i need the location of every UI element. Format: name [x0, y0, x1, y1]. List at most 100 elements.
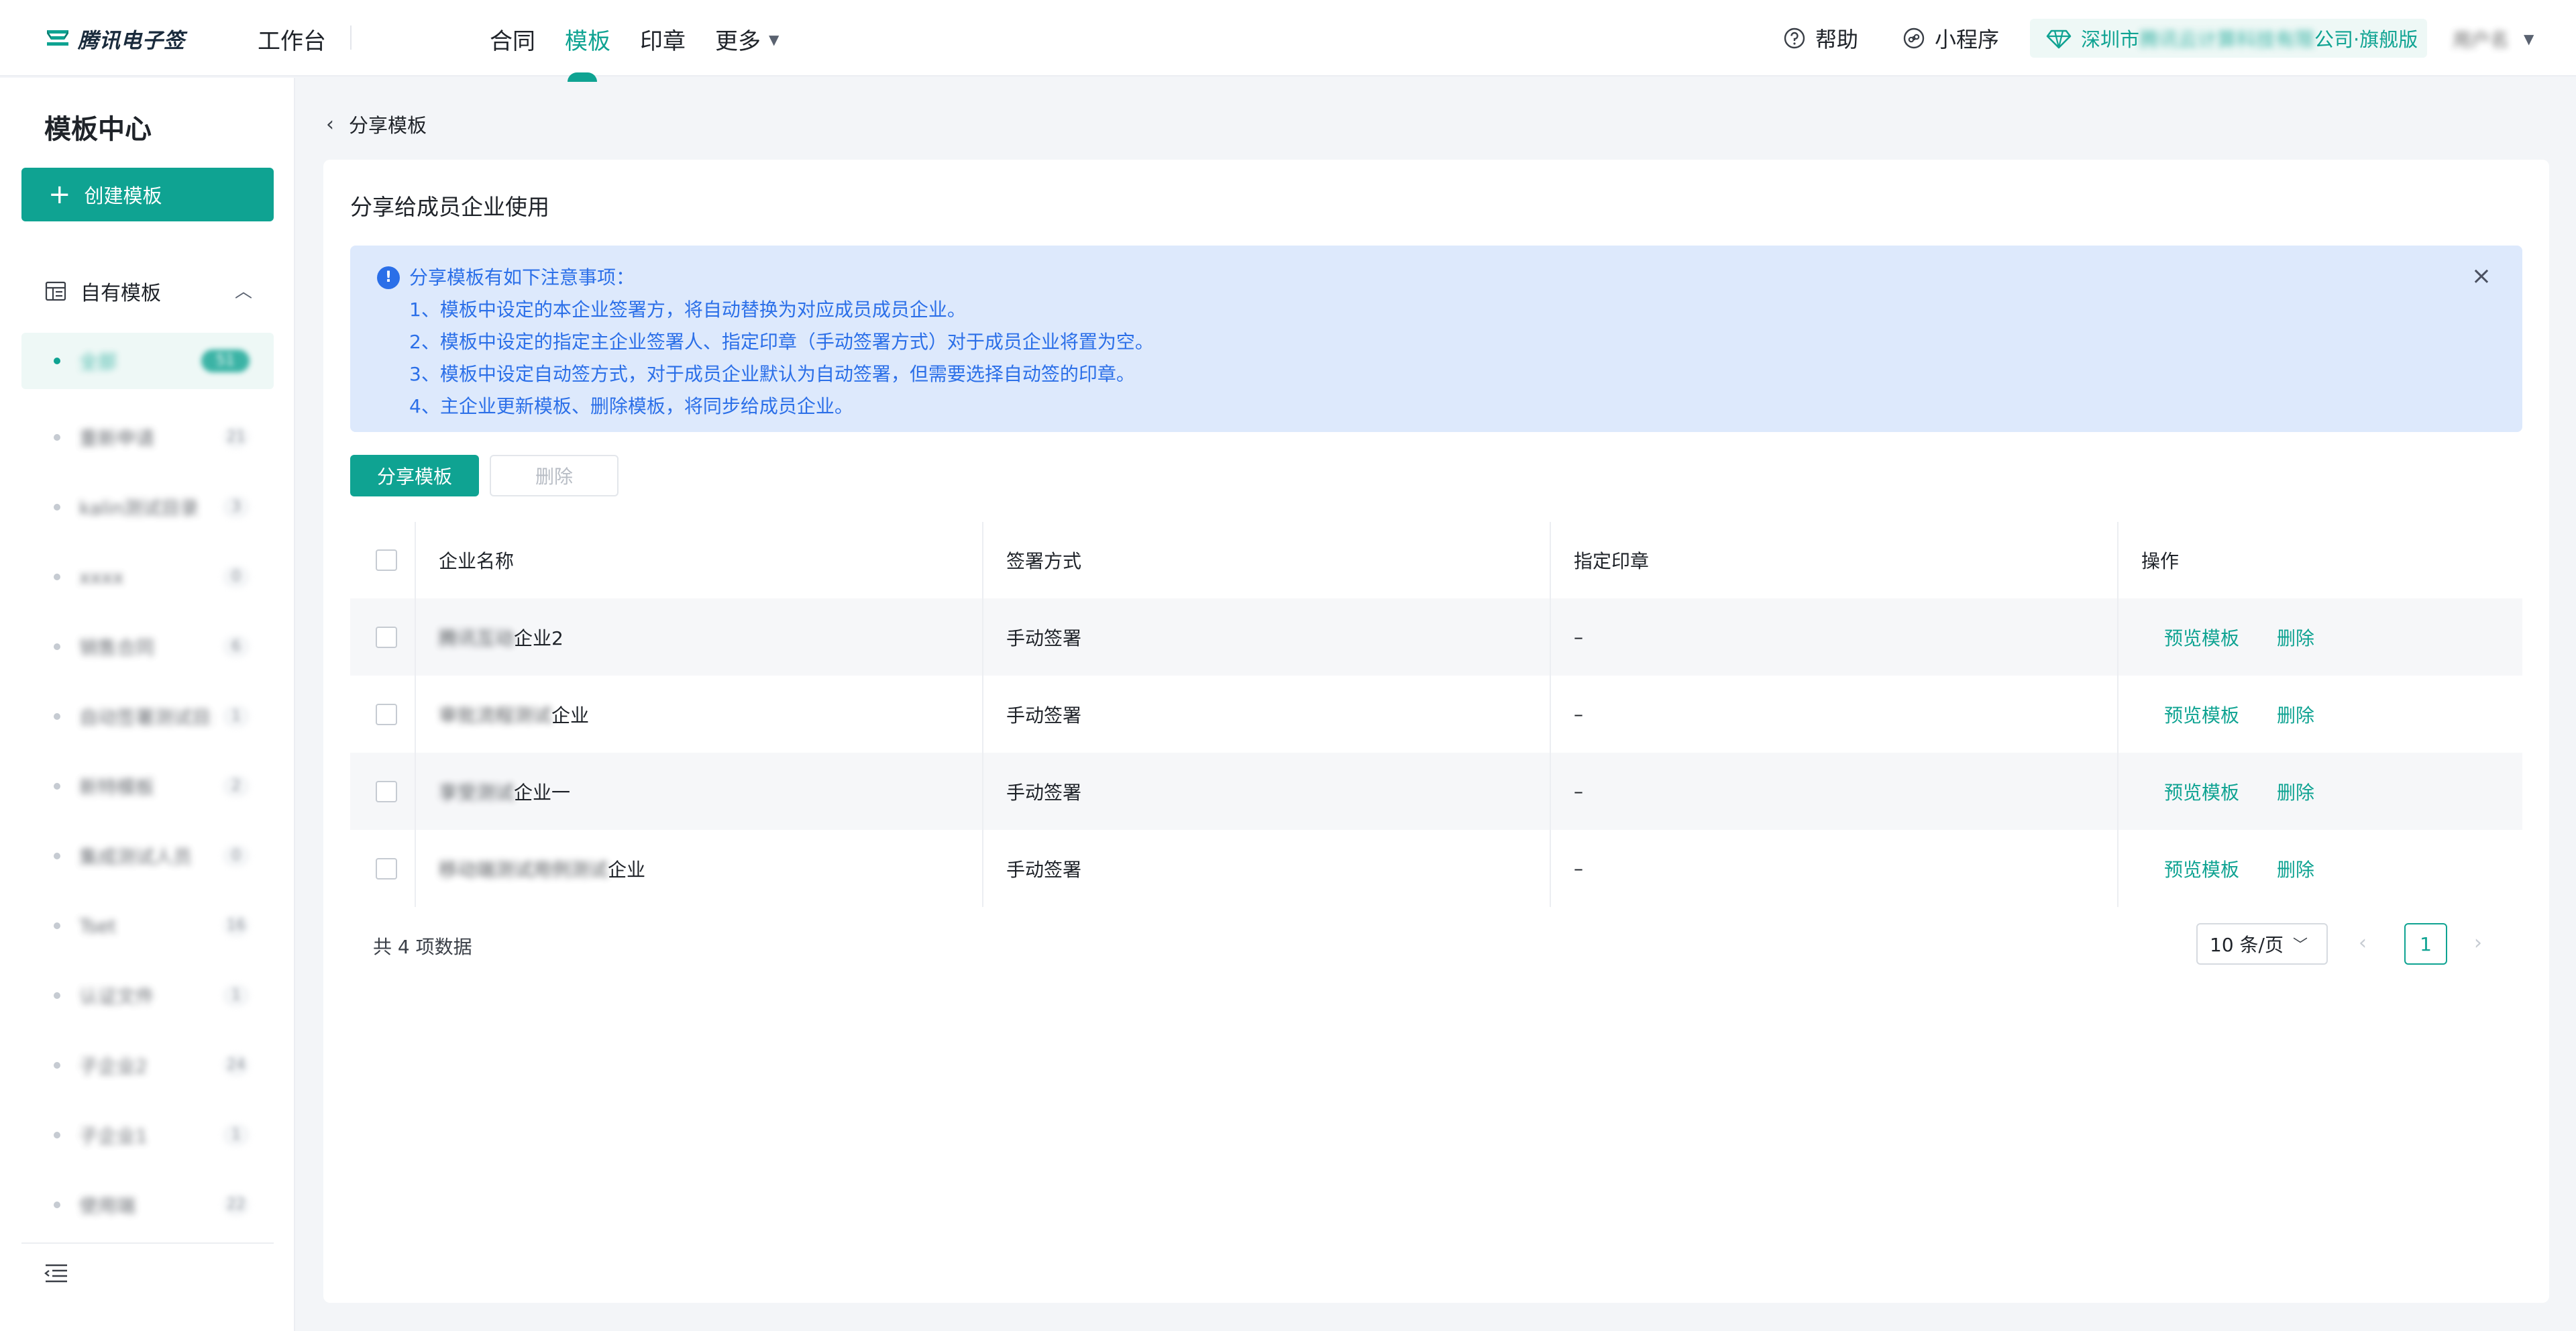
sign-method: 手动签署: [1006, 781, 1082, 804]
miniprogram-label: 小程序: [1935, 27, 2000, 52]
row-actions: 预览模板 删除: [2164, 598, 2352, 676]
delete-link[interactable]: 删除: [2277, 855, 2314, 882]
preview-template-link[interactable]: 预览模板: [2164, 855, 2239, 882]
folder-label: 子企业2: [79, 1055, 148, 1077]
folder-item[interactable]: 集成测试人员 0: [21, 821, 274, 891]
miniprogram-link[interactable]: 小程序: [1902, 23, 1999, 54]
folder-list: 全部 51 重新申请 21 kalin测试目录 3 xxxx 0 销售合同 6 …: [21, 333, 274, 1240]
folder-label: 重新申请: [79, 427, 155, 449]
row-checkbox[interactable]: [376, 703, 397, 725]
info-icon: !: [377, 266, 400, 289]
column-divider: [1550, 598, 1551, 676]
bullet: [54, 1062, 60, 1069]
preview-template-link[interactable]: 预览模板: [2164, 778, 2239, 805]
folder-item[interactable]: 子企业1 1: [21, 1100, 274, 1170]
folder-count: 0: [223, 845, 250, 867]
template-list-icon: [45, 281, 66, 301]
delete-link[interactable]: 删除: [2277, 624, 2314, 651]
row-checkbox[interactable]: [376, 626, 397, 648]
help-icon: [1784, 28, 1805, 49]
member-table: 企业名称 签署方式 指定印章 操作 腾讯互动 企业2 手动签署 – 预览模板 删…: [350, 522, 2522, 907]
logo[interactable]: 腾讯电子签: [44, 24, 185, 53]
column-divider: [2117, 830, 2118, 907]
company-name-redacted: 享受测试: [439, 781, 515, 804]
folder-label: 子企业1: [79, 1125, 148, 1147]
folder-count: 16: [223, 914, 250, 937]
column-divider: [2117, 522, 2118, 598]
folder-count: 1: [223, 984, 250, 1007]
prev-page-icon[interactable]: ‹: [2359, 931, 2367, 955]
row-checkbox[interactable]: [376, 857, 397, 880]
nav-more[interactable]: 更多 ▼: [715, 23, 779, 56]
folder-label: 使用端: [79, 1195, 136, 1217]
delete-link[interactable]: 删除: [2277, 778, 2314, 805]
caret-down-icon: ▼: [2524, 31, 2534, 47]
row-select-cell: [376, 598, 397, 676]
folder-count: 22: [223, 1193, 250, 1216]
bullet: [54, 992, 60, 999]
folder-item[interactable]: xxxx 0: [21, 542, 274, 612]
folder-label: 认证文件: [79, 986, 155, 1008]
column-divider: [415, 753, 416, 830]
close-icon[interactable]: ×: [2471, 260, 2491, 292]
miniprogram-icon: [1903, 28, 1925, 49]
folder-item[interactable]: 销售合同 6: [21, 612, 274, 682]
org-switcher[interactable]: 深圳市 腾讯云计算科技有限 公司·旗舰版: [2030, 19, 2427, 58]
delete-link[interactable]: 删除: [2277, 701, 2314, 728]
divider: [21, 1242, 274, 1244]
column-divider: [982, 676, 983, 753]
own-templates-group[interactable]: 自有模板 ︿: [44, 276, 252, 306]
sign-method: 手动签署: [1006, 627, 1082, 649]
row-actions: 预览模板 删除: [2164, 676, 2352, 753]
nav-contract[interactable]: 合同: [490, 23, 535, 56]
row-checkbox[interactable]: [376, 780, 397, 802]
chevron-left-icon: ‹: [326, 112, 334, 136]
preview-template-link[interactable]: 预览模板: [2164, 701, 2239, 728]
column-divider: [415, 830, 416, 907]
company-name: 腾讯互动 企业2: [439, 598, 564, 676]
folder-item[interactable]: Tset 16: [21, 891, 274, 961]
folder-item[interactable]: 新特模板 2: [21, 751, 274, 821]
folder-item[interactable]: 子企业2 24: [21, 1030, 274, 1100]
user-menu[interactable]: 用户名 ▼: [2453, 25, 2534, 52]
preview-template-link[interactable]: 预览模板: [2164, 624, 2239, 651]
share-template-button[interactable]: 分享模板: [350, 455, 479, 496]
diamond-icon: [2046, 30, 2072, 49]
folder-count: 1: [223, 1124, 250, 1147]
delete-button[interactable]: 删除: [490, 455, 619, 496]
notice-line: 4、主企业更新模板、删除模板，将同步给成员企业。: [409, 395, 853, 417]
share-card: 分享给成员企业使用 ! 分享模板有如下注意事项： 1、模板中设定的本企业签署方，…: [323, 160, 2549, 1303]
header-seal: 指定印章: [1574, 550, 1650, 572]
table-row: 移动端测试用例测试 企业 手动签署 – 预览模板 删除: [350, 830, 2522, 907]
folder-count: 24: [223, 1054, 250, 1077]
row-select-cell: [376, 830, 397, 907]
folder-item[interactable]: kalin测试目录 3: [21, 472, 274, 542]
folder-item[interactable]: 认证文件 1: [21, 961, 274, 1030]
company-name-visible: 企业2: [514, 627, 564, 649]
column-divider: [2117, 598, 2118, 676]
nav-seal[interactable]: 印章: [640, 23, 686, 56]
main-nav: 合同 模板 印章 更多 ▼: [490, 23, 808, 56]
collapse-menu-icon[interactable]: [43, 1260, 70, 1287]
nav-template[interactable]: 模板: [565, 23, 610, 56]
bullet: [54, 504, 60, 511]
column-divider: [1550, 676, 1551, 753]
folder-item-all[interactable]: 全部 51: [21, 333, 274, 389]
page-number[interactable]: 1: [2404, 923, 2447, 965]
column-divider: [982, 830, 983, 907]
header-sign: 签署方式: [1006, 550, 1082, 572]
folder-item[interactable]: 自动签署测试目录 1: [21, 682, 274, 751]
page-size-select[interactable]: 10 条/页 ﹀: [2196, 923, 2328, 965]
help-link[interactable]: 帮助: [1783, 23, 1858, 54]
next-page-icon[interactable]: ›: [2474, 931, 2482, 955]
back-link[interactable]: ‹ 分享模板: [326, 110, 427, 138]
create-template-button[interactable]: + 创建模板: [21, 168, 274, 221]
select-all-checkbox[interactable]: [376, 549, 397, 571]
header-op: 操作: [2141, 550, 2180, 572]
folder-item[interactable]: 使用端 22: [21, 1170, 274, 1240]
workbench-link[interactable]: 工作台: [258, 23, 326, 56]
folder-label: xxxx: [79, 566, 124, 588]
bullet: [54, 853, 60, 859]
column-divider: [1550, 753, 1551, 830]
folder-item[interactable]: 重新申请 21: [21, 403, 274, 472]
